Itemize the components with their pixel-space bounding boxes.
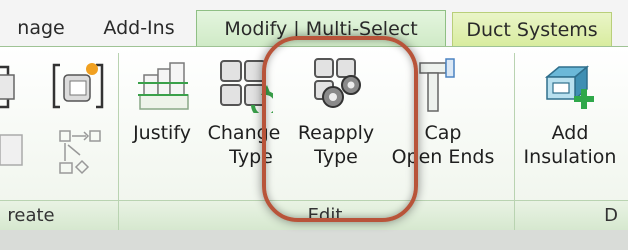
- add-insulation-icon: [544, 65, 594, 109]
- cap-open-ends-label-1: Cap: [424, 122, 462, 144]
- add-insulation-label-2: Insulation: [523, 146, 617, 168]
- ribbon-body: Justify Change Type Reapply Type Cap Ope…: [0, 46, 628, 243]
- ribbon-tab-bar: nage Add-Ins Modify | Multi-Select Duct …: [0, 0, 628, 48]
- tab-duct-systems[interactable]: Duct Systems: [452, 12, 612, 47]
- panel-separator: [514, 201, 515, 230]
- create-faded-icon[interactable]: [0, 129, 34, 177]
- tab-modify-multi-select[interactable]: Modify | Multi-Select: [196, 10, 446, 47]
- cap-open-ends-label-2: Open Ends: [391, 146, 495, 168]
- panel-label-edit: Edit: [307, 205, 343, 226]
- change-type-label-1: Change: [207, 122, 281, 144]
- reapply-type-button[interactable]: Reapply Type: [288, 55, 384, 169]
- status-bar: [0, 230, 628, 250]
- panel-separator: [118, 201, 119, 230]
- justify-button[interactable]: Justify: [124, 55, 200, 145]
- add-insulation-label-1: Add: [551, 122, 589, 144]
- create-parts-icon[interactable]: [52, 127, 108, 181]
- tab-add-ins[interactable]: Add-Ins: [86, 10, 192, 46]
- panel-label-duct: D: [604, 205, 618, 226]
- create-tool-icon[interactable]: [0, 61, 22, 117]
- change-type-label-2: Type: [229, 146, 273, 168]
- reapply-type-label-1: Reapply: [297, 122, 375, 144]
- panel-label-bar: reate Edit D: [0, 200, 628, 231]
- justify-icon: [138, 62, 189, 110]
- create-similar-icon[interactable]: [52, 59, 104, 117]
- tab-manage[interactable]: nage: [0, 10, 86, 46]
- change-type-icon: [220, 60, 273, 113]
- reapply-type-label-2: Type: [314, 146, 358, 168]
- change-type-button[interactable]: Change Type: [204, 55, 284, 169]
- justify-label: Justify: [133, 122, 191, 144]
- panel-label-create: reate: [7, 205, 55, 226]
- cap-open-ends-icon: [419, 58, 455, 112]
- add-insulation-button[interactable]: Add Insulation: [518, 55, 622, 169]
- cap-open-ends-button[interactable]: Cap Open Ends: [384, 55, 502, 169]
- reapply-type-icon: [314, 58, 361, 108]
